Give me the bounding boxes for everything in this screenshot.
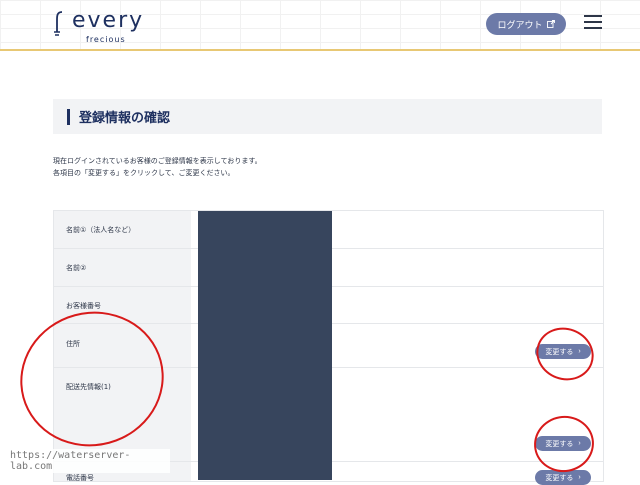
change-delivery-button[interactable]: 変更する ›	[535, 436, 591, 451]
chevron-right-icon: ›	[578, 440, 581, 447]
desc-line-2: 各項目の「変更する」をクリックして、ご変更ください。	[53, 169, 235, 177]
logo-word: every	[72, 8, 145, 33]
logo-sub: frecious	[86, 35, 126, 44]
section-accent-bar	[67, 108, 70, 125]
desc-line-1: 現在ログインされているお客様のご登録情報を表示しております。	[53, 157, 262, 165]
hamburger-menu-icon[interactable]	[584, 15, 602, 29]
change-address-button[interactable]: 変更する ›	[535, 344, 591, 359]
logout-button[interactable]: ログアウト	[486, 13, 566, 35]
brand-logo[interactable]: every frecious	[52, 8, 152, 44]
table-row-label: 電話番号	[66, 474, 94, 482]
chevron-right-icon: ›	[578, 348, 581, 355]
site-header: every frecious ログアウト	[0, 0, 640, 51]
table-row-label: 名前②	[66, 264, 87, 272]
change-phone-button[interactable]: 変更する ›	[535, 470, 591, 485]
logout-label: ログアウト	[497, 19, 543, 30]
change-button-label: 変更する	[545, 348, 574, 356]
section-description: 現在ログインされているお客様のご登録情報を表示しております。 各項目の「変更する…	[53, 155, 262, 179]
site-watermark: https://waterserver-lab.com	[0, 449, 170, 473]
table-row-label: お客様番号	[66, 302, 101, 310]
change-button-label: 変更する	[545, 440, 574, 448]
table-row-label: 配送先情報(1)	[66, 383, 111, 391]
external-link-icon	[546, 20, 555, 28]
change-button-label: 変更する	[545, 474, 574, 482]
table-row-label: 名前①（法人名など）	[66, 226, 136, 234]
table-row-label: 住所	[66, 340, 80, 348]
logo-mark-icon	[54, 11, 63, 36]
redacted-values	[198, 211, 332, 480]
page-title: 登録情報の確認	[79, 111, 171, 126]
section-header: 登録情報の確認	[53, 99, 602, 134]
